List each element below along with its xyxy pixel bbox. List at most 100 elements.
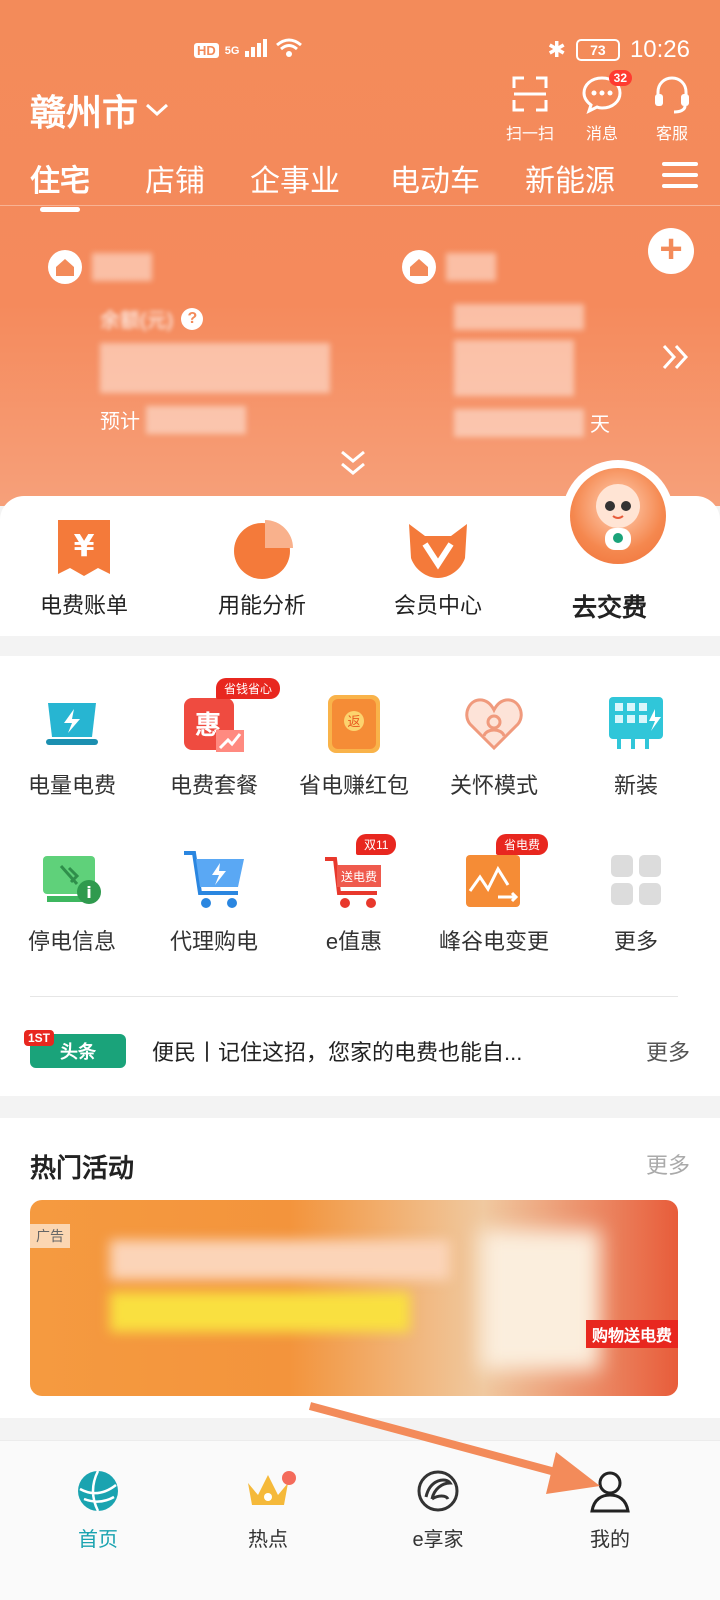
bill-icon: ¥ bbox=[58, 520, 110, 576]
header: HD 5G ✱ 73 10:26 赣州市 扫一扫 32 消息 客服 住宅 店铺 … bbox=[0, 0, 720, 506]
network-indicator: HD 5G bbox=[194, 38, 303, 63]
grid-item-e-value[interactable]: 送电费 双11 e值惠 bbox=[284, 834, 424, 956]
balance-label: 余额(元) bbox=[100, 310, 174, 332]
care-icon bbox=[462, 692, 526, 756]
pay-button[interactable]: 去交费 bbox=[572, 588, 647, 624]
member-center-button[interactable]: 会员中心 bbox=[394, 518, 482, 620]
activities-title: 热门活动 bbox=[30, 1153, 135, 1183]
grid-label: e值惠 bbox=[325, 929, 383, 954]
account-card-2[interactable]: 天 bbox=[402, 250, 610, 437]
nav-hot[interactable]: 热点 bbox=[208, 1469, 328, 1552]
tab-residential[interactable]: 住宅 bbox=[30, 156, 90, 212]
message-button[interactable]: 32 消息 bbox=[580, 70, 632, 144]
member-icon bbox=[409, 524, 467, 578]
signal-label: 5G bbox=[224, 44, 240, 57]
ad-tag: 广告 bbox=[30, 1224, 70, 1248]
tab-new-energy[interactable]: 新能源 bbox=[525, 156, 615, 200]
grid-label: 关怀模式 bbox=[449, 773, 538, 798]
grid-item-red-packet[interactable]: 返 省电赚红包 bbox=[284, 692, 424, 800]
add-account-button[interactable]: + bbox=[648, 228, 694, 274]
news-more-link[interactable]: 更多 bbox=[646, 1035, 690, 1067]
svg-text:¥: ¥ bbox=[74, 529, 95, 564]
more-grid-icon bbox=[604, 848, 668, 912]
message-label: 消息 bbox=[585, 126, 618, 143]
grid-item-electricity[interactable]: 电量电费 bbox=[2, 692, 142, 800]
tab-shop[interactable]: 店铺 bbox=[145, 156, 205, 200]
profile-icon bbox=[590, 1471, 630, 1513]
nav-home[interactable]: 首页 bbox=[38, 1469, 158, 1552]
tab-enterprise[interactable]: 企事业 bbox=[250, 156, 340, 200]
mascot-icon bbox=[570, 468, 666, 564]
expand-down-icon[interactable] bbox=[338, 448, 368, 483]
package-tag: 省钱省心 bbox=[216, 678, 281, 699]
e-value-tag: 双11 bbox=[356, 834, 397, 855]
svg-text:i: i bbox=[86, 883, 91, 902]
red-packet-icon: 返 bbox=[322, 692, 386, 756]
battery-indicator: 73 bbox=[575, 39, 620, 61]
analysis-button[interactable]: 用能分析 bbox=[218, 518, 306, 620]
notification-dot bbox=[282, 1471, 296, 1485]
nav-profile[interactable]: 我的 bbox=[550, 1469, 670, 1552]
peak-valley-tag: 省电费 bbox=[496, 834, 549, 855]
svg-text:返: 返 bbox=[347, 715, 360, 730]
clock: 10:26 bbox=[629, 36, 690, 63]
grid-label: 峰谷电变更 bbox=[438, 929, 549, 954]
hd-label: HD bbox=[194, 43, 219, 58]
pie-chart-icon bbox=[234, 520, 293, 579]
bill-button[interactable]: ¥ 电费账单 bbox=[40, 518, 128, 620]
activities-more-link[interactable]: 更多 bbox=[646, 1148, 690, 1180]
e-cart-icon: 送电费 双11 bbox=[322, 834, 397, 912]
scan-label: 扫一扫 bbox=[505, 126, 554, 143]
help-icon[interactable]: ? bbox=[181, 307, 204, 330]
grid-item-package[interactable]: 惠 省钱省心 电费套餐 bbox=[144, 678, 284, 800]
grid-item-more[interactable]: 更多 bbox=[566, 848, 706, 956]
activity-banner[interactable]: 广告 购物送电费 bbox=[30, 1200, 678, 1396]
service-grid: 电量电费 惠 省钱省心 电费套餐 返 省电赚红包 关怀模式 新装 i 停电信息 … bbox=[0, 656, 720, 1096]
nav-e-home[interactable]: e享家 bbox=[378, 1469, 498, 1552]
signal-bars-icon bbox=[245, 39, 269, 62]
peak-valley-icon: 省电费 bbox=[462, 834, 549, 912]
status-bar: HD 5G ✱ 73 10:26 bbox=[0, 30, 720, 70]
days-label: 天 bbox=[590, 414, 610, 436]
nav-hot-label: 热点 bbox=[248, 1529, 288, 1551]
service-label: 客服 bbox=[655, 126, 688, 143]
label-2-blurred bbox=[454, 304, 584, 330]
app-screen: HD 5G ✱ 73 10:26 赣州市 扫一扫 32 消息 客服 住宅 店铺 … bbox=[0, 0, 720, 1600]
scan-button[interactable]: 扫一扫 bbox=[506, 72, 554, 144]
grid-item-new-install[interactable]: 新装 bbox=[566, 692, 706, 800]
status-right: ✱ 73 10:26 bbox=[548, 36, 691, 64]
service-button[interactable]: 客服 bbox=[650, 72, 694, 144]
account-card-1[interactable]: 余额(元) ? 预计 bbox=[48, 250, 330, 434]
grid-label: 更多 bbox=[613, 929, 658, 954]
grid-label: 新装 bbox=[613, 773, 658, 798]
header-actions: 扫一扫 32 消息 客服 bbox=[506, 70, 694, 144]
message-badge: 32 bbox=[608, 70, 632, 86]
bill-label: 电费账单 bbox=[40, 593, 129, 618]
mascot-avatar[interactable] bbox=[562, 460, 674, 572]
account-name-blurred bbox=[92, 253, 152, 281]
prepay-label: 预计 bbox=[100, 411, 140, 433]
e-home-icon bbox=[417, 1470, 459, 1512]
grid-item-outage[interactable]: i 停电信息 bbox=[2, 848, 142, 956]
new-install-icon bbox=[604, 692, 668, 756]
news-ticker[interactable]: 1ST 头条 便民丨记住这招，您家的电费也能自... 更多 bbox=[24, 1016, 690, 1086]
balance-value-blurred bbox=[100, 343, 330, 393]
grid-item-agent-purchase[interactable]: 代理购电 bbox=[144, 848, 284, 956]
account-name-2-blurred bbox=[446, 253, 496, 281]
home-icon bbox=[48, 250, 82, 284]
tab-ev[interactable]: 电动车 bbox=[390, 156, 480, 200]
banner-blurred-subtitle bbox=[110, 1292, 410, 1332]
next-account-icon[interactable] bbox=[660, 342, 690, 377]
category-tabs: 住宅 店铺 企事业 电动车 新能源 bbox=[0, 150, 720, 212]
menu-icon[interactable] bbox=[662, 162, 698, 188]
prepay-value-blurred bbox=[146, 405, 246, 434]
news-text[interactable]: 便民丨记住这招，您家的电费也能自... bbox=[152, 1035, 646, 1067]
electricity-icon bbox=[40, 692, 104, 756]
grid-item-care-mode[interactable]: 关怀模式 bbox=[424, 692, 564, 800]
member-label: 会员中心 bbox=[394, 593, 483, 618]
city-selector[interactable]: 赣州市 bbox=[30, 84, 170, 136]
city-label: 赣州市 bbox=[30, 92, 139, 133]
grid-item-peak-valley[interactable]: 省电费 峰谷电变更 bbox=[424, 834, 564, 956]
headline-logo-label: 头条 bbox=[60, 1042, 96, 1062]
headline-badge: 1ST bbox=[24, 1030, 55, 1046]
